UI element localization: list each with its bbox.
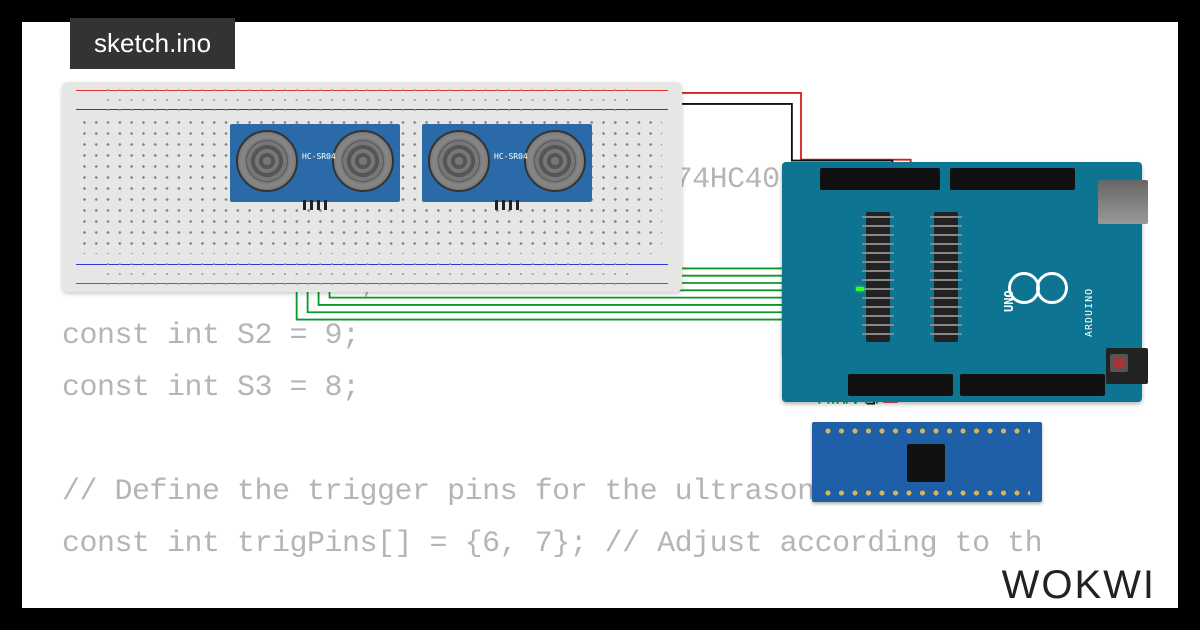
sensor-label: HC-SR04 <box>494 152 528 161</box>
mux-pins-top[interactable] <box>824 426 1030 436</box>
pin-header-digital-high[interactable] <box>848 374 953 396</box>
ultrasonic-sensor-1[interactable]: HC-SR04 <box>230 124 400 202</box>
multiplexer-board[interactable] <box>812 422 1042 502</box>
circuit-canvas[interactable]: HC-SR04 HC-SR04 UNO AR <box>62 82 1138 548</box>
breadboard[interactable]: HC-SR04 HC-SR04 <box>62 82 682 292</box>
power-rail-top <box>76 88 668 112</box>
transducer-icon <box>236 130 298 192</box>
ultrasonic-sensor-2[interactable]: HC-SR04 <box>422 124 592 202</box>
wokwi-logo: WOKWI <box>1002 563 1156 608</box>
transducer-icon <box>524 130 586 192</box>
mux-chip-icon <box>907 444 945 482</box>
atmega-chip-icon <box>934 212 958 342</box>
sensor-label: HC-SR04 <box>302 152 336 161</box>
board-name: UNO <box>1002 290 1016 312</box>
pin-header-power[interactable] <box>950 168 1075 190</box>
atmega-chip-icon <box>866 212 890 342</box>
arduino-logo-icon <box>1008 272 1068 302</box>
pin-header-analog[interactable] <box>820 168 940 190</box>
brand-name: ARDUINO <box>1084 288 1095 337</box>
sensor-pins <box>495 200 519 210</box>
file-tab[interactable]: sketch.ino <box>70 18 235 69</box>
power-led-icon <box>856 287 864 291</box>
editor-frame: sketch.ino // Define the control pins fo… <box>18 18 1182 612</box>
filename: sketch.ino <box>94 28 211 58</box>
transducer-icon <box>428 130 490 192</box>
power-rail-bottom <box>76 262 668 286</box>
reset-button[interactable] <box>1110 354 1128 372</box>
transducer-icon <box>332 130 394 192</box>
mux-pins-bottom[interactable] <box>824 488 1030 498</box>
pin-header-digital-low[interactable] <box>960 374 1105 396</box>
usb-port <box>1098 180 1148 224</box>
sensor-pins <box>303 200 327 210</box>
arduino-uno-board[interactable]: UNO ARDUINO <box>782 162 1142 402</box>
